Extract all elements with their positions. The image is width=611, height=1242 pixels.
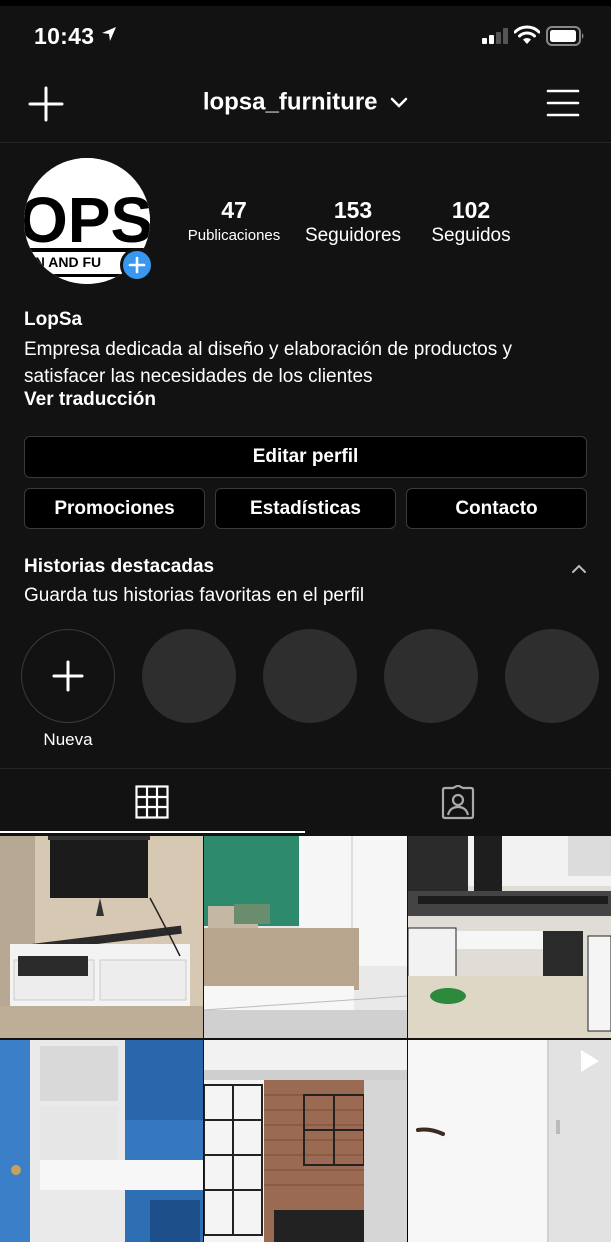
highlight-placeholder [263, 629, 357, 723]
bio-line-2: satisfacer las necesidades de los client… [24, 366, 373, 387]
video-play-icon [581, 1050, 599, 1072]
highlight-placeholder [142, 629, 236, 723]
post-thumbnail[interactable] [204, 836, 407, 1038]
stat-posts-label: Publicaciones [187, 227, 281, 244]
tv-stand-photo [0, 836, 203, 1038]
post-thumbnail[interactable] [0, 1040, 203, 1242]
tagged-icon[interactable] [440, 785, 476, 821]
status-time: 10:43 [34, 23, 95, 49]
post-thumbnail[interactable] [408, 1040, 611, 1242]
brick-wall-shelf-photo [204, 1040, 407, 1242]
cellular-signal-icon [482, 28, 508, 44]
stat-followers-label: Seguidores [304, 225, 402, 246]
post-thumbnail[interactable] [0, 836, 203, 1038]
location-arrow-icon [102, 27, 116, 41]
stat-followers-value: 153 [333, 197, 373, 223]
svg-text:IGN AND FU: IGN AND FU [24, 254, 101, 270]
promotions-button[interactable]: Promociones [24, 488, 205, 529]
stat-posts-value: 47 [221, 197, 247, 223]
edit-profile-button[interactable]: Editar perfil [24, 436, 587, 478]
hamburger-menu-icon[interactable] [546, 88, 580, 118]
account-switcher[interactable]: lopsa_furniture [0, 88, 611, 117]
post-thumbnail[interactable] [204, 1040, 407, 1242]
add-story-button[interactable] [120, 248, 154, 282]
stat-followers[interactable]: 153 Seguidores [296, 196, 410, 248]
post-thumbnail[interactable] [408, 836, 611, 1038]
office-photo [408, 836, 611, 1038]
plus-icon [52, 660, 84, 692]
active-tab-indicator [0, 831, 305, 833]
blue-shelf-photo [0, 1040, 203, 1242]
svg-text:OPS: OPS [24, 184, 150, 256]
stat-posts[interactable]: 47 Publicaciones [180, 196, 288, 248]
insights-button[interactable]: Estadísticas [215, 488, 396, 529]
wifi-icon [514, 25, 540, 44]
bio-line-1: Empresa dedicada al diseño y elaboración… [24, 339, 512, 360]
bed-photo [204, 836, 407, 1038]
chevron-up-icon[interactable] [571, 563, 587, 575]
highlights-subtitle: Guarda tus historias favoritas en el per… [24, 585, 365, 606]
highlights-title: Historias destacadas [24, 556, 215, 577]
stat-following-value: 102 [451, 197, 491, 223]
profile-bio: Empresa dedicada al diseño y elaboración… [24, 336, 589, 390]
contact-button[interactable]: Contacto [406, 488, 587, 529]
see-translation-link[interactable]: Ver traducción [24, 389, 156, 411]
new-highlight-label: Nueva [43, 730, 93, 749]
stat-following-label: Seguidos [431, 225, 511, 246]
profile-name: LopSa [24, 309, 83, 330]
chevron-down-icon [390, 97, 408, 108]
profile-tabs [0, 768, 611, 835]
status-bar: 10:43 [0, 6, 611, 66]
battery-icon [546, 26, 584, 46]
stat-following[interactable]: 102 Seguidos [420, 196, 522, 248]
profile-header: lopsa_furniture [0, 66, 611, 143]
highlight-placeholder [505, 629, 599, 723]
new-highlight-button[interactable] [21, 629, 115, 723]
grid-icon[interactable] [135, 785, 169, 819]
plus-icon [128, 256, 146, 274]
highlight-placeholder [384, 629, 478, 723]
username-label: lopsa_furniture [202, 88, 378, 116]
